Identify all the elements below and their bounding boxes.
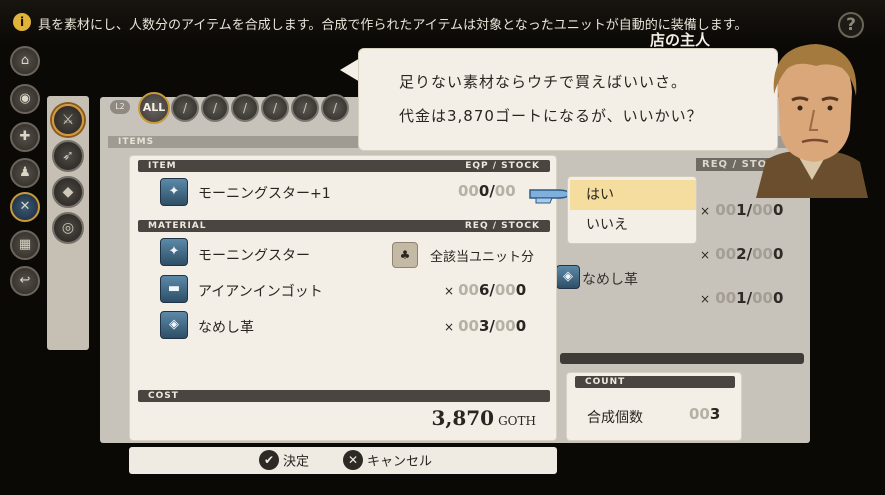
material-name: モーニングスター xyxy=(198,248,310,264)
synthesis-dialog: ITEM EQP / STOCK ✦ モーニングスター+1 000/00 MAT… xyxy=(129,155,557,441)
button-guide: ✔ 決定 ✕ キャンセル xyxy=(129,447,557,474)
morning-star-plus-icon: ✦ xyxy=(160,178,188,206)
material-req-stock: × 003/000 xyxy=(444,317,527,335)
return-icon[interactable]: ↩ xyxy=(10,266,40,296)
help-button[interactable]: ? xyxy=(838,12,864,38)
material-req-stock: × 006/000 xyxy=(444,281,527,299)
cancel-button[interactable]: ✕ キャンセル xyxy=(343,450,432,472)
bubble-tail xyxy=(340,58,360,82)
list-row-qty: × 002/000 xyxy=(700,245,784,263)
cross-button-icon: ✕ xyxy=(343,450,363,470)
shop-counter-icon[interactable]: ⌂ xyxy=(10,46,40,76)
category-panel: ⚔ ➶ ◆ ◎ xyxy=(47,96,89,350)
req-stock-label: REQ / STOCK xyxy=(464,221,540,231)
pointer-hand-icon xyxy=(529,189,571,204)
filter-sword-icon[interactable]: / xyxy=(171,94,199,122)
accessory-category-icon[interactable]: ◎ xyxy=(52,212,84,244)
material-header-label: MATERIAL xyxy=(148,221,207,231)
confirm-button[interactable]: ✔ 決定 xyxy=(259,450,309,472)
pouch-icon[interactable]: ◉ xyxy=(10,84,40,114)
cost-section-header: COST xyxy=(138,390,550,402)
confirm-choice-box: はい いいえ xyxy=(567,176,697,244)
merchant-icon[interactable]: ♟ xyxy=(10,158,40,188)
filter-axe-icon[interactable]: / xyxy=(291,94,319,122)
material-name: なめし革 xyxy=(198,320,254,336)
cost-header-label: COST xyxy=(148,391,179,401)
filter-spear-icon[interactable]: / xyxy=(261,94,289,122)
count-panel: COUNT 合成個数 003 xyxy=(566,372,742,441)
item-header-label: ITEM xyxy=(148,161,177,171)
morning-star-icon: ✦ xyxy=(160,238,188,266)
choice-no[interactable]: いいえ xyxy=(570,210,696,240)
list-row-qty: × 001/000 xyxy=(700,289,784,307)
list-row-label: なめし革 xyxy=(582,272,638,288)
info-text: 具を素材にし、人数分のアイテムを合成します。合成で作られたアイテムは対象となった… xyxy=(38,18,748,33)
result-item-name: モーニングスター+1 xyxy=(198,186,331,202)
leather-icon: ◈ xyxy=(160,311,188,339)
leather-icon: ◈ xyxy=(556,265,580,289)
count-header: COUNT xyxy=(575,376,735,388)
item-section-header: ITEM EQP / STOCK xyxy=(138,160,550,172)
iron-ingot-icon: ▬ xyxy=(160,275,188,303)
armor-category-icon[interactable]: ◆ xyxy=(52,176,84,208)
filter-mace-icon[interactable]: / xyxy=(321,94,349,122)
material-section-header: MATERIAL REQ / STOCK xyxy=(138,220,550,232)
items-header-label: ITEMS xyxy=(118,137,155,147)
sword-category-icon[interactable]: ⚔ xyxy=(52,104,84,136)
eqp-stock-label: EQP / STOCK xyxy=(465,161,540,171)
info-icon: i xyxy=(13,13,31,31)
filter-blade-icon[interactable]: / xyxy=(231,94,259,122)
filter-all-button[interactable]: ALL xyxy=(138,92,170,124)
heal-plus-icon[interactable]: ✚ xyxy=(10,122,40,152)
cost-amount: 3,870 xyxy=(431,406,495,430)
count-value[interactable]: 003 xyxy=(689,405,720,423)
shopkeeper-portrait xyxy=(756,44,868,198)
speech-bubble: 足りない素材ならウチで買えばいいさ。 代金は3,870ゴートになるが、いいかい？ xyxy=(358,48,778,151)
count-label: 合成個数 xyxy=(587,410,643,426)
material-name: アイアンインゴット xyxy=(198,284,323,300)
speaker-name: 店の主人 xyxy=(650,31,711,49)
bubble-line-1: 足りない素材ならウチで買えばいいさ。 xyxy=(399,73,688,91)
list-scroll-bar[interactable] xyxy=(560,353,804,364)
choice-yes[interactable]: はい xyxy=(570,180,696,210)
stats-icon[interactable]: ▦ xyxy=(10,230,40,260)
list-row-qty: × 001/000 xyxy=(700,201,784,219)
synthesis-icon[interactable]: ✕ xyxy=(10,192,40,222)
bow-category-icon[interactable]: ➶ xyxy=(52,140,84,172)
party-icon: ♣ xyxy=(392,242,418,268)
l2-shoulder-hint: L2 xyxy=(110,100,130,114)
filter-dagger-icon[interactable]: / xyxy=(201,94,229,122)
bubble-line-2: 代金は3,870ゴートになるが、いいかい？ xyxy=(399,107,703,125)
cost-value: 3,870 GOTH xyxy=(431,406,536,430)
cost-unit: GOTH xyxy=(498,414,536,428)
result-item-stock: 000/00 xyxy=(458,182,516,200)
info-bar: i 具を素材にし、人数分のアイテムを合成します。合成で作られたアイテムは対象とな… xyxy=(0,0,885,44)
all-units-text: 全該当ユニット分 xyxy=(430,250,535,265)
circle-button-icon: ✔ xyxy=(259,450,279,470)
